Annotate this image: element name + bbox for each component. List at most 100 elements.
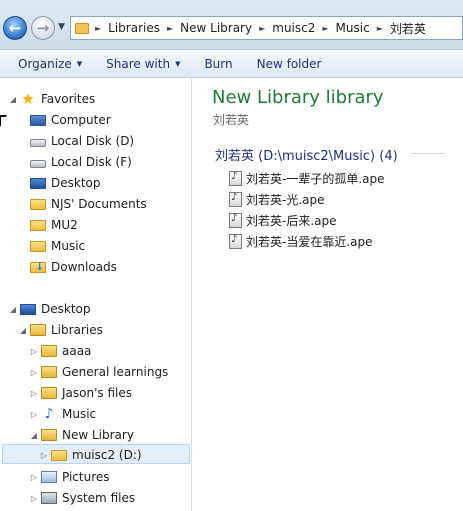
burn-button[interactable]: Burn <box>192 50 244 78</box>
back-arrow-icon: ← <box>8 19 22 37</box>
collapsed-triangle-icon[interactable]: ▷ <box>39 451 49 460</box>
nav-lib-general-learnings[interactable]: ▷ General learnings <box>29 362 168 382</box>
nav-label: Jason's files <box>62 386 132 400</box>
nav-label: Local Disk (D) <box>51 134 135 148</box>
chevron-right-icon[interactable]: ► <box>95 24 101 33</box>
recent-pages-dropdown[interactable]: ▼ <box>58 22 65 32</box>
navigation-pane[interactable]: ◢ ★ Favorites Computer Local Disk (D) Lo… <box>0 79 192 511</box>
nav-fav-local-disk-d[interactable]: Local Disk (D) <box>30 131 134 151</box>
nav-label: System files <box>62 491 136 505</box>
library-icon <box>41 366 57 378</box>
collapsed-triangle-icon[interactable]: ▷ <box>29 473 39 482</box>
nav-fav-local-disk-f[interactable]: Local Disk (F) <box>30 152 132 172</box>
share-with-label: Share with <box>106 56 171 71</box>
collapsed-triangle-icon[interactable]: ▷ <box>29 347 39 356</box>
organize-button[interactable]: Organize ▼ <box>6 50 94 78</box>
burn-label: Burn <box>204 56 233 71</box>
expanded-triangle-icon[interactable]: ◢ <box>29 431 39 440</box>
nav-fav-desktop[interactable]: Desktop <box>30 173 101 193</box>
back-button[interactable]: ← <box>3 16 27 40</box>
collapsed-triangle-icon[interactable]: ▷ <box>29 368 39 377</box>
list-item[interactable]: 刘若英-后来.ape <box>229 210 337 230</box>
file-name: 刘若英-光.ape <box>246 192 325 207</box>
chevron-right-icon[interactable]: ► <box>259 24 265 33</box>
address-bar-area: ← → ▼ ► Libraries ► New Library ► muisc2… <box>0 0 463 50</box>
group-header[interactable]: 刘若英 (D:\muisc2\Music) (4) <box>215 145 398 164</box>
system-files-icon <box>41 492 57 504</box>
nav-lib-music[interactable]: ▷ ♪ Music <box>29 404 96 424</box>
content-pane[interactable]: New Library library 刘若英 刘若英 (D:\muisc2\M… <box>193 79 463 511</box>
drive-icon <box>30 159 46 168</box>
expanded-triangle-icon[interactable]: ◢ <box>8 95 18 104</box>
breadcrumb-muisc2[interactable]: muisc2 <box>272 21 315 35</box>
forward-button[interactable]: → <box>31 16 55 40</box>
breadcrumb-libraries[interactable]: Libraries <box>108 21 160 35</box>
audio-file-icon <box>229 233 242 249</box>
breadcrumb-music[interactable]: Music <box>336 21 370 35</box>
list-item[interactable]: 刘若英-当爱在靠近.ape <box>229 231 373 251</box>
nav-fav-music[interactable]: Music <box>30 236 85 256</box>
list-item[interactable]: 刘若英-一辈子的孤单.ape <box>229 168 385 188</box>
folder-icon <box>30 198 46 210</box>
new-folder-button[interactable]: New folder <box>245 50 334 78</box>
chevron-right-icon[interactable]: ► <box>167 24 173 33</box>
breadcrumb-new-library[interactable]: New Library <box>180 21 252 35</box>
forward-arrow-icon: → <box>36 19 50 37</box>
chevron-right-icon[interactable]: ► <box>322 24 328 33</box>
nav-lib-pictures[interactable]: ▷ Pictures <box>29 467 110 487</box>
nav-lib-system-files[interactable]: ▷ System files <box>29 488 135 508</box>
nav-label: MU2 <box>51 218 78 232</box>
breadcrumb[interactable]: ► Libraries ► New Library ► muisc2 ► Mus… <box>70 16 463 40</box>
expanded-triangle-icon[interactable]: ◢ <box>8 305 18 314</box>
command-bar: Organize ▼ Share with ▼ Burn New folder <box>0 50 463 78</box>
star-icon: ★ <box>21 90 35 108</box>
nav-lib-new-library[interactable]: ◢ New Library <box>29 425 134 445</box>
folder-icon <box>75 22 89 34</box>
mouse-cursor-fill <box>1 117 6 126</box>
nav-label: Desktop <box>41 302 91 316</box>
organize-label: Organize <box>18 56 72 71</box>
nav-fav-computer[interactable]: Computer <box>30 110 111 130</box>
file-name: 刘若英-后来.ape <box>246 213 337 228</box>
nav-label: Pictures <box>62 470 110 484</box>
share-with-button[interactable]: Share with ▼ <box>94 50 192 78</box>
breadcrumb-artist[interactable]: 刘若英 <box>390 20 426 37</box>
music-note-icon: ♪ <box>44 406 54 422</box>
file-name: 刘若英-一辈子的孤单.ape <box>246 171 385 186</box>
new-folder-label: New folder <box>256 56 322 71</box>
collapsed-triangle-icon[interactable]: ▷ <box>29 494 39 503</box>
library-icon <box>41 345 57 357</box>
nav-fav-downloads[interactable]: Downloads <box>30 257 117 277</box>
caret-down-icon: ▼ <box>175 59 181 68</box>
nav-label: Computer <box>51 113 111 127</box>
nav-label: NJS' Documents <box>51 197 147 211</box>
nav-label: Local Disk (F) <box>51 155 132 169</box>
expanded-triangle-icon[interactable]: ◢ <box>18 326 28 335</box>
list-item[interactable]: 刘若英-光.ape <box>229 189 325 209</box>
nav-label: Music <box>62 407 97 421</box>
nav-fav-mu2[interactable]: MU2 <box>30 215 78 235</box>
library-title: New Library library <box>212 87 384 108</box>
library-icon <box>41 387 57 399</box>
desktop-icon <box>20 303 36 315</box>
desktop-icon <box>30 177 46 189</box>
nav-favorites[interactable]: ◢ ★ Favorites <box>8 89 95 109</box>
collapsed-triangle-icon[interactable]: ▷ <box>29 389 39 398</box>
folder-icon <box>30 219 46 231</box>
nav-label: General learnings <box>62 365 169 379</box>
audio-file-icon <box>229 191 242 207</box>
nav-label: muisc2 (D:) <box>72 448 142 462</box>
nav-libraries[interactable]: ◢ Libraries <box>18 320 103 340</box>
nav-desktop[interactable]: ◢ Desktop <box>8 299 91 319</box>
chevron-right-icon[interactable]: ► <box>377 24 383 33</box>
nav-lib-jasons-files[interactable]: ▷ Jason's files <box>29 383 132 403</box>
music-folder-icon <box>30 240 46 252</box>
audio-file-icon <box>229 212 242 228</box>
nav-fav-njs-documents[interactable]: NJS' Documents <box>30 194 147 214</box>
collapsed-triangle-icon[interactable]: ▷ <box>29 410 39 419</box>
nav-label: aaaa <box>62 344 92 358</box>
nav-label: Music <box>51 239 86 253</box>
nav-muisc2-selected[interactable]: ▷ muisc2 (D:) <box>39 445 142 465</box>
nav-lib-aaaa[interactable]: ▷ aaaa <box>29 341 92 361</box>
downloads-icon <box>30 260 46 273</box>
